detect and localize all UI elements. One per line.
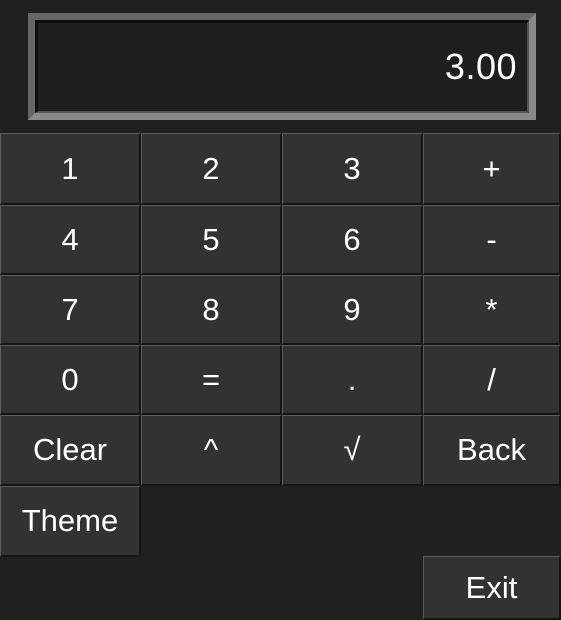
key-9-label: 9	[343, 291, 361, 327]
key-5[interactable]: 5	[141, 205, 282, 275]
theme-button[interactable]: Theme	[0, 486, 141, 557]
display-inner: 3.00	[35, 20, 529, 113]
exit-button-label: Exit	[465, 569, 518, 605]
clear-button-label: Clear	[32, 432, 108, 467]
key-minus[interactable]: -	[423, 205, 561, 275]
key-8[interactable]: 8	[141, 275, 282, 345]
calculator-display: 3.00	[28, 13, 536, 120]
calculator-window: 3.00 1 2 3 + 4 5 6 - 7 8 9 * 0 = . / Cle…	[0, 0, 561, 620]
key-sqrt[interactable]: √	[282, 415, 423, 486]
key-1[interactable]: 1	[0, 133, 141, 205]
key-2[interactable]: 2	[141, 133, 282, 205]
key-divide[interactable]: /	[423, 345, 561, 415]
key-plus-label: +	[482, 150, 501, 186]
key-8-label: 8	[202, 291, 220, 327]
key-multiply[interactable]: *	[423, 275, 561, 345]
key-6[interactable]: 6	[282, 205, 423, 275]
key-plus[interactable]: +	[423, 133, 561, 205]
key-2-label: 2	[202, 150, 220, 186]
key-7-label: 7	[61, 291, 79, 327]
back-button-label: Back	[457, 432, 526, 467]
key-3-label: 3	[343, 150, 361, 186]
key-5-label: 5	[202, 221, 220, 257]
key-sqrt-label: √	[343, 432, 361, 467]
key-minus-label: -	[486, 221, 497, 257]
key-multiply-label: *	[485, 291, 498, 327]
theme-button-label: Theme	[21, 503, 119, 538]
key-0[interactable]: 0	[0, 345, 141, 415]
key-decimal-label: .	[347, 361, 357, 397]
key-power-label: ^	[203, 432, 219, 467]
key-equals[interactable]: =	[141, 345, 282, 415]
key-power[interactable]: ^	[141, 415, 282, 486]
key-1-label: 1	[61, 150, 79, 186]
key-divide-label: /	[487, 361, 496, 397]
back-button[interactable]: Back	[423, 415, 561, 486]
key-4[interactable]: 4	[0, 205, 141, 275]
key-3[interactable]: 3	[282, 133, 423, 205]
clear-button[interactable]: Clear	[0, 415, 141, 486]
key-equals-label: =	[201, 361, 221, 397]
display-value: 3.00	[444, 46, 517, 87]
key-decimal[interactable]: .	[282, 345, 423, 415]
exit-button[interactable]: Exit	[423, 556, 561, 620]
key-4-label: 4	[61, 221, 79, 257]
key-0-label: 0	[61, 361, 79, 397]
key-6-label: 6	[343, 221, 361, 257]
key-9[interactable]: 9	[282, 275, 423, 345]
key-7[interactable]: 7	[0, 275, 141, 345]
